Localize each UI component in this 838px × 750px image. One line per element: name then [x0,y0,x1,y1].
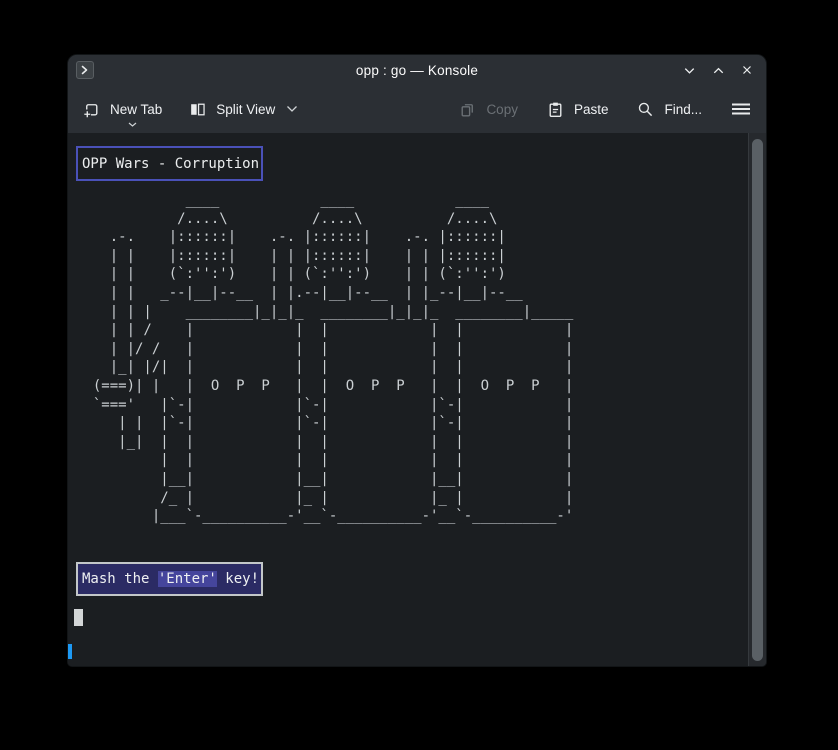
desktop: opp : go — Konsole [0,0,838,750]
prompt-suffix: key! [217,571,259,587]
split-view-button[interactable]: Split View [188,100,298,119]
find-label: Find... [664,102,702,117]
paste-icon [546,100,565,119]
prompt-highlight: 'Enter' [158,571,217,587]
find-button[interactable]: Find... [636,100,702,119]
new-tab-icon [82,100,101,119]
scrollbar-thumb[interactable] [752,139,763,661]
paste-button[interactable]: Paste [546,100,609,119]
chevron-down-icon [128,122,137,128]
paste-label: Paste [574,102,609,117]
konsole-prompt-icon [76,61,94,79]
copy-icon [458,100,477,119]
toolbar: New Tab Split View [68,85,766,133]
chevron-down-icon [286,105,298,113]
close-icon [740,63,754,77]
search-icon [636,100,655,119]
window-title: opp : go — Konsole [356,63,478,78]
new-tab-label: New Tab [110,102,162,117]
banner-box: OPP Wars - Corruption [76,146,263,181]
split-view-icon [188,100,207,119]
menu-button[interactable] [730,100,752,118]
terminal-cursor [74,609,83,626]
terminal-view[interactable]: OPP Wars - Corruption ____ ____ ____ /..… [68,133,766,666]
chevron-down-icon [682,63,697,78]
window-controls [680,55,756,85]
prompt-prefix: Mash the [82,571,158,587]
titlebar[interactable]: opp : go — Konsole [68,55,766,85]
new-tab-button[interactable]: New Tab [82,100,162,119]
copy-label: Copy [486,102,518,117]
minimize-button[interactable] [680,61,698,79]
close-button[interactable] [738,61,756,79]
chevron-up-icon [711,63,726,78]
split-view-label: Split View [216,102,275,117]
banner-text: OPP Wars - Corruption [82,156,259,172]
scrollbar-track[interactable] [748,133,766,666]
scroll-position-indicator [68,644,72,659]
maximize-button[interactable] [709,61,727,79]
toolbar-right-group: Copy Paste Find... [458,100,752,119]
hamburger-menu-icon [730,100,752,118]
prompt-box: Mash the 'Enter' key! [76,562,263,596]
copy-button[interactable]: Copy [458,100,518,119]
ascii-art: ____ ____ ____ /....\ /....\ /....\ .-. … [76,191,573,526]
konsole-window: opp : go — Konsole [68,55,766,666]
